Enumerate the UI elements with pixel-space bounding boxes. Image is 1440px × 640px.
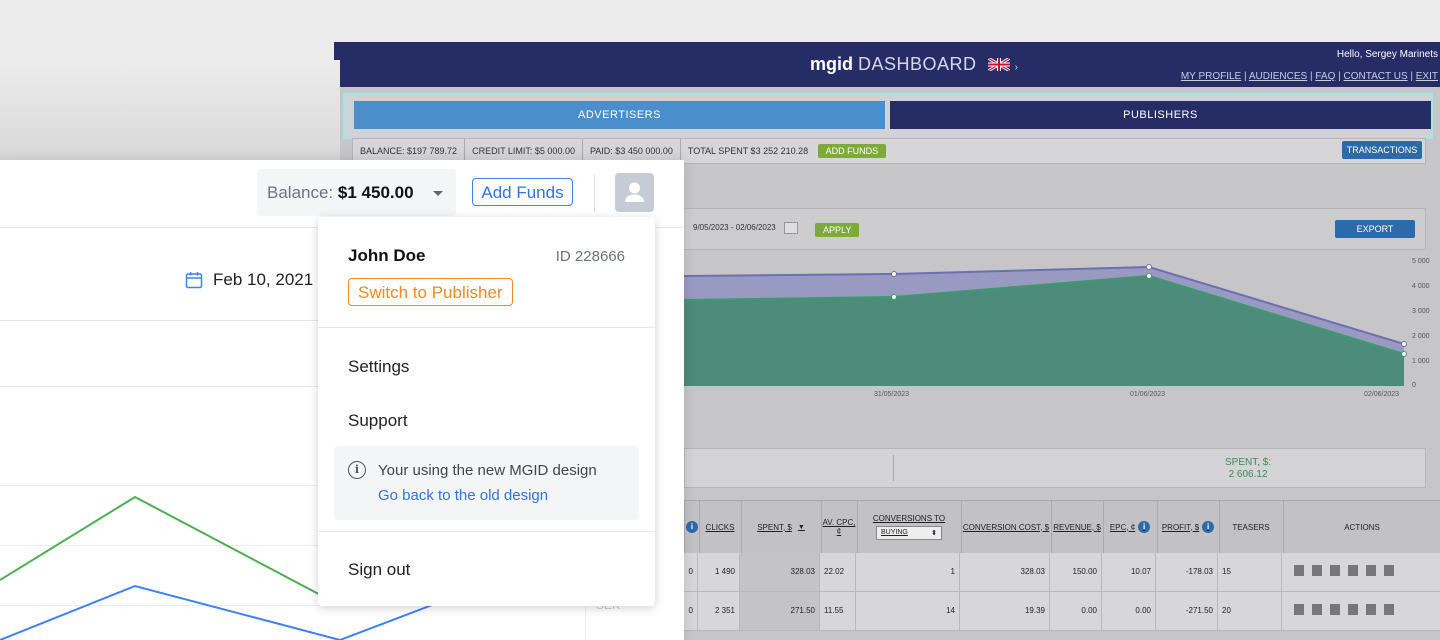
info-icon: i xyxy=(348,461,366,479)
exit-link[interactable]: EXIT xyxy=(1416,71,1438,82)
menu-item-sign-out[interactable]: Sign out xyxy=(348,560,410,580)
table-header: i CLICKS SPENT, $ ▼ AV. CPC, ¢ CONVERSION… xyxy=(684,500,1440,554)
stats-icon xyxy=(1312,604,1322,615)
tab-advertisers[interactable]: ADVERTISERS xyxy=(354,101,885,129)
y-tick: 2 000 xyxy=(1412,333,1430,340)
date-range-field[interactable]: 9/05/2023 - 02/06/2023 xyxy=(693,222,798,234)
audiences-link[interactable]: AUDIENCES xyxy=(1249,71,1307,82)
user-name: John Doe xyxy=(348,246,426,265)
divider xyxy=(318,327,655,328)
y-tick: 4 000 xyxy=(1412,283,1430,290)
notice-text: Your using the new MGID design xyxy=(378,462,597,479)
x-tick: 31/05/2023 xyxy=(874,391,909,398)
x-tick: 02/06/2023 xyxy=(1364,391,1399,398)
user-icon xyxy=(625,182,644,202)
divider xyxy=(0,320,320,321)
balance-value: $1 450.00 xyxy=(337,183,414,202)
doc-icon xyxy=(1294,565,1304,576)
old-top-bar: mgid DASHBOARD › Hello, Sergey Marinets … xyxy=(334,42,1440,87)
divider xyxy=(0,386,320,387)
apply-button[interactable]: APPLY xyxy=(815,223,860,237)
date-picker-button[interactable]: Feb 10, 2021 xyxy=(170,258,318,302)
col-actions: ACTIONS xyxy=(1344,522,1380,532)
my-profile-link[interactable]: MY PROFILE xyxy=(1181,71,1241,82)
menu-item-support[interactable]: Support xyxy=(348,411,408,431)
spent-label: SPENT, $: xyxy=(1225,457,1272,468)
y-tick: 3 000 xyxy=(1412,308,1430,315)
divider xyxy=(594,174,595,212)
faq-link[interactable]: FAQ xyxy=(1315,71,1335,82)
y-tick: 0 xyxy=(1412,382,1416,389)
stats-icon xyxy=(1312,565,1322,576)
col-clicks[interactable]: CLICKS xyxy=(699,501,742,553)
copy-icon xyxy=(1384,565,1394,576)
calendar-icon xyxy=(185,272,203,289)
wrench-icon xyxy=(1366,604,1376,615)
menu-item-settings[interactable]: Settings xyxy=(348,357,409,377)
y-tick: 5 000 xyxy=(1412,258,1430,265)
uk-flag-icon[interactable] xyxy=(987,58,1010,71)
col-conversion-cost[interactable]: CONVERSION COST, $ xyxy=(961,501,1052,553)
divider xyxy=(318,531,655,532)
avatar[interactable] xyxy=(615,173,654,212)
info-icon[interactable]: i xyxy=(1202,521,1215,533)
conversion-select[interactable]: BUYING ⬍ xyxy=(876,526,942,540)
greeting: Hello, Sergey Marinets xyxy=(1336,49,1438,60)
col-conversions[interactable]: CONVERSIONS TO BUYING ⬍ xyxy=(857,501,962,553)
col-teasers: TEASERS xyxy=(1219,501,1284,553)
col-spent[interactable]: SPENT, $ ▼ xyxy=(741,501,822,553)
total-spent: TOTAL SPENT $3 252 210.28 xyxy=(687,146,809,156)
export-button[interactable]: EXPORT xyxy=(1335,220,1415,238)
calendar-icon[interactable] xyxy=(783,222,798,234)
design-notice: i Your using the new MGID design Go back… xyxy=(334,446,639,520)
user-id: ID 228666 xyxy=(555,248,625,265)
col-epc[interactable]: EPC, ¢ i xyxy=(1103,501,1158,553)
old-design-link[interactable]: Go back to the old design xyxy=(378,487,548,504)
col-profit[interactable]: PROFIT, $ i xyxy=(1157,501,1220,553)
gear-icon xyxy=(1348,565,1358,576)
contact-us-link[interactable]: CONTACT US xyxy=(1344,71,1408,82)
top-links: MY PROFILE | AUDIENCES | FAQ | CONTACT U… xyxy=(1180,71,1438,82)
col-revenue[interactable]: REVENUE, $ xyxy=(1051,501,1104,553)
balance-dropdown[interactable]: Balance: $1 450.00 xyxy=(257,169,456,216)
tab-publishers[interactable]: PUBLISHERS xyxy=(890,101,1431,129)
chevron-down-icon[interactable] xyxy=(433,191,443,196)
balance-label: Balance: xyxy=(267,183,334,202)
profile-menu: John Doe ID 228666 Switch to Publisher S… xyxy=(318,217,655,606)
add-funds-button[interactable]: Add Funds xyxy=(472,178,573,206)
row-actions[interactable] xyxy=(1294,604,1402,617)
wrench-icon xyxy=(1366,565,1376,576)
mgid-logo: mgid DASHBOARD › xyxy=(810,54,1018,74)
row-actions[interactable] xyxy=(1294,565,1402,578)
background-wash xyxy=(0,60,340,160)
y-tick: 1 000 xyxy=(1412,358,1430,365)
transactions-button[interactable]: TRANSACTIONS xyxy=(1342,141,1422,159)
spent-value: 2 606.12 xyxy=(1228,469,1268,480)
pause-icon xyxy=(1330,565,1340,576)
col-av-cpc[interactable]: AV. CPC, ¢ xyxy=(821,501,858,553)
info-icon[interactable]: i xyxy=(1138,521,1151,533)
date-label: Feb 10, 2021 xyxy=(213,270,314,289)
old-tabs: ADVERTISERS PUBLISHERS xyxy=(343,93,1433,139)
pause-icon xyxy=(1330,604,1340,615)
x-tick: 01/06/2023 xyxy=(1130,391,1165,398)
info-icon[interactable]: i xyxy=(686,521,698,533)
old-add-funds-button[interactable]: ADD FUNDS xyxy=(817,144,887,158)
switch-to-publisher-button[interactable]: Switch to Publisher xyxy=(348,278,513,306)
doc-icon xyxy=(1294,604,1304,615)
spent-summary: SPENT, $: 2 606.12 xyxy=(684,448,1426,488)
gear-icon xyxy=(1348,604,1358,615)
copy-icon xyxy=(1384,604,1394,615)
table-row[interactable]: 0 2 351 271.50 11.55 14 19.39 0.00 0.00 … xyxy=(684,592,1440,631)
table-row[interactable]: 0 1 490 328.03 22.02 1 328.03 150.00 10.… xyxy=(684,553,1440,592)
